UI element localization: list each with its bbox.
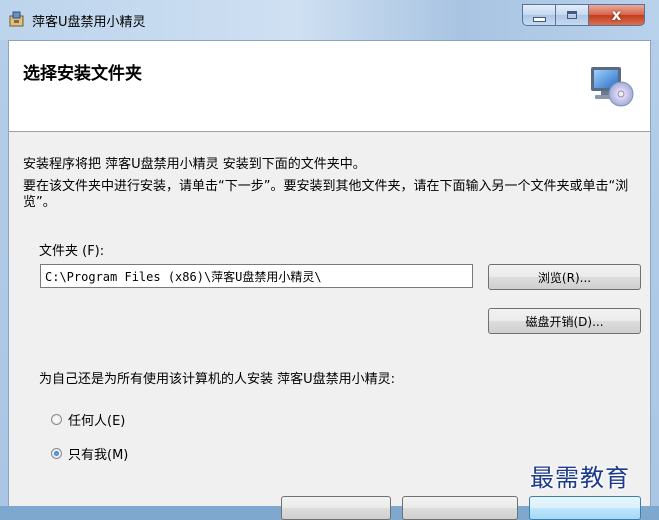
maximize-icon: [567, 11, 577, 19]
next-button[interactable]: [529, 496, 641, 520]
radio-just-me-indicator[interactable]: [51, 448, 62, 459]
instruction-text: 要在该文件夹中进行安装，请单击“下一步”。要安装到其他文件夹，请在下面输入另一个…: [23, 179, 629, 210]
intro-text: 安装程序将把 萍客U盘禁用小精灵 安装到下面的文件夹中。: [23, 157, 366, 172]
close-button[interactable]: x: [589, 4, 645, 26]
watermark-text: 最需教育: [530, 464, 630, 492]
maximize-button[interactable]: [556, 4, 589, 26]
cancel-button[interactable]: [281, 496, 391, 520]
page-title: 选择安装文件夹: [23, 64, 142, 84]
browse-button[interactable]: 浏览(R)...: [488, 264, 641, 290]
close-icon: x: [611, 6, 622, 24]
installer-window: 萍客U盘禁用小精灵 x 选择安装文件夹 安装程序将把 萍客U盘禁用小精灵 安装到…: [0, 0, 659, 520]
minimize-icon: [532, 16, 546, 22]
installer-app-icon: [9, 11, 24, 27]
title-bar[interactable]: 萍客U盘禁用小精灵 x: [0, 0, 659, 40]
window-title: 萍客U盘禁用小精灵: [32, 15, 146, 30]
radio-just-me-label: 只有我(M): [68, 448, 129, 463]
header-banner: 选择安装文件夹: [9, 41, 650, 132]
radio-everyone-indicator[interactable]: [51, 414, 62, 425]
disk-cost-button[interactable]: 磁盘开销(D)...: [488, 308, 641, 334]
minimize-button[interactable]: [522, 4, 556, 26]
dialog-client-area: 选择安装文件夹 安装程序将把 萍客U盘禁用小精灵 安装到下面的文件夹中。 要在该…: [8, 40, 651, 520]
previous-button[interactable]: [402, 496, 518, 520]
computer-disc-icon: [591, 67, 634, 107]
radio-everyone[interactable]: 任何人(E): [51, 410, 125, 429]
install-scope-question: 为自己还是为所有使用该计算机的人安装 萍客U盘禁用小精灵:: [39, 372, 396, 387]
radio-everyone-label: 任何人(E): [68, 414, 126, 429]
folder-label: 文件夹 (F):: [39, 244, 105, 259]
radio-just-me[interactable]: 只有我(M): [51, 444, 128, 463]
folder-path-input[interactable]: [40, 264, 473, 288]
